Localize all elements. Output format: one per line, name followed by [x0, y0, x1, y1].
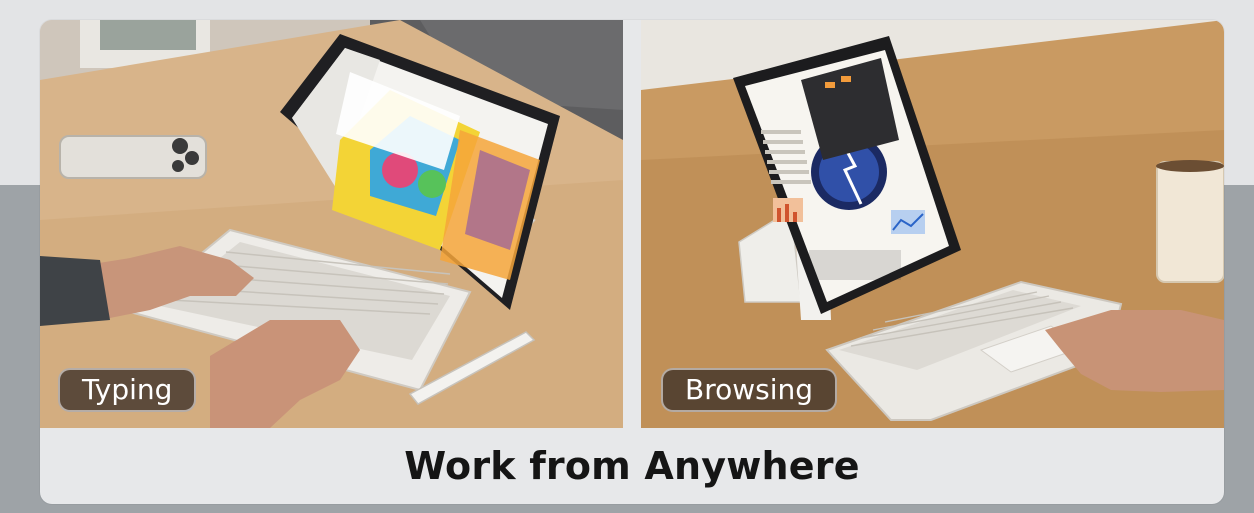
browsing-label: Browsing — [661, 368, 838, 412]
typing-photo: Typing — [40, 20, 623, 428]
typing-label: Typing — [58, 368, 197, 412]
browsing-photo: Browsing — [641, 20, 1224, 428]
page-caption: Work from Anywhere — [404, 444, 860, 488]
typing-illustration — [40, 20, 623, 428]
promo-card: Typing Browsing Work from Anywhere — [40, 20, 1224, 504]
browsing-illustration — [641, 20, 1224, 428]
